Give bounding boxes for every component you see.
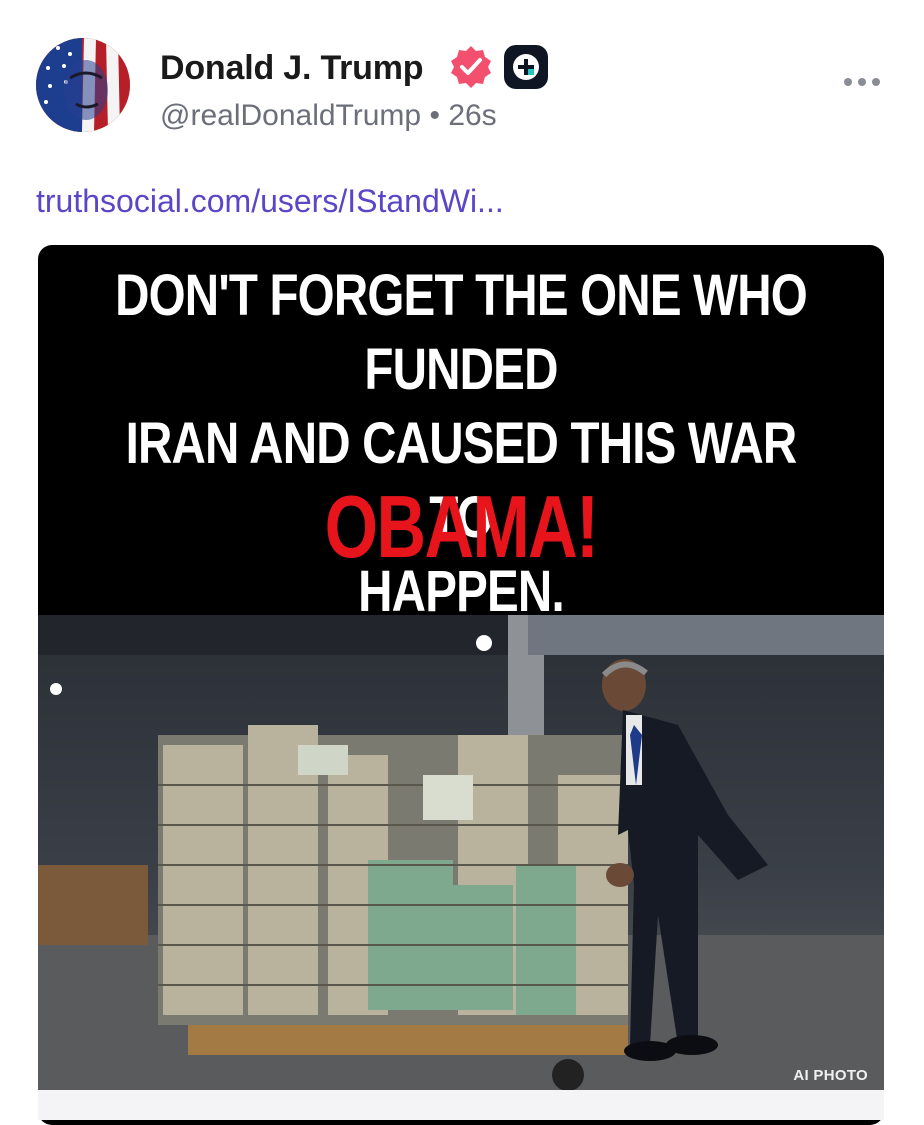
warehouse-photo	[38, 615, 884, 1090]
avatar[interactable]	[36, 38, 130, 132]
image-shout-text: OBAMA!	[324, 477, 599, 576]
plus-badge-icon	[504, 45, 548, 89]
more-options-icon[interactable]	[842, 74, 882, 95]
meta-separator: •	[429, 99, 440, 132]
author-name[interactable]: Donald J. Trump	[160, 46, 424, 90]
timestamp[interactable]: 26s	[448, 99, 496, 132]
ai-photo-watermark: AI PHOTO	[793, 1067, 868, 1084]
post-meta: @realDonaldTrump • 26s	[160, 96, 497, 136]
handle[interactable]: @realDonaldTrump	[160, 99, 421, 132]
verified-badge-icon	[448, 44, 494, 90]
post-link[interactable]: truthsocial.com/users/IStandWi...	[36, 180, 504, 222]
headline-line: DON'T FORGET THE ONE WHO FUNDED	[115, 263, 808, 402]
post-image[interactable]: DON'T FORGET THE ONE WHO FUNDED IRAN AND…	[38, 245, 884, 1125]
